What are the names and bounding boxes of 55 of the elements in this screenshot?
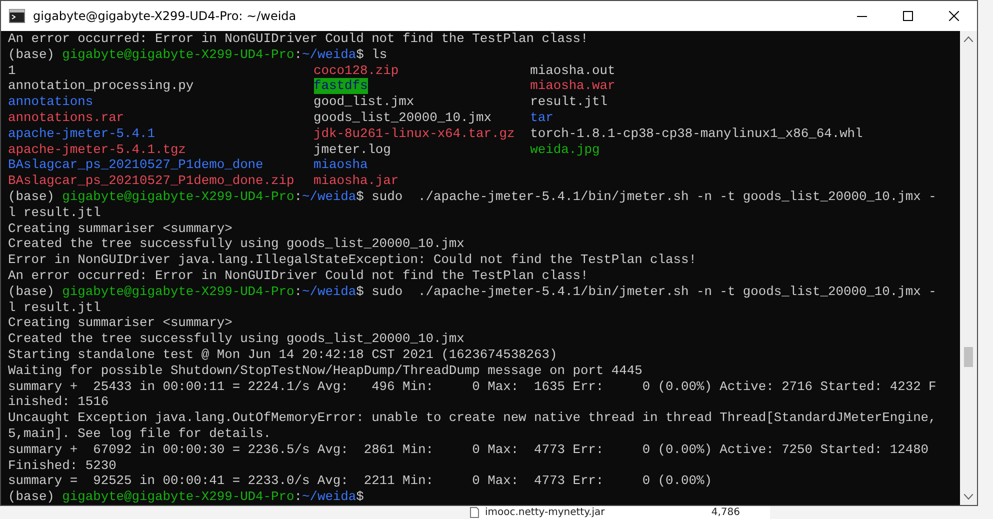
close-icon bbox=[949, 11, 959, 21]
file-name: torch-1.8.1-cp38-cp38-manylinux1_x86_64.whl bbox=[530, 126, 863, 142]
scroll-thumb[interactable] bbox=[964, 347, 973, 367]
scroll-up-icon[interactable] bbox=[964, 36, 973, 42]
file-name: tar bbox=[530, 110, 554, 126]
file-name: coco128.zip bbox=[314, 62, 399, 78]
file-name: annotations bbox=[8, 94, 94, 110]
file-name: jmeter.log bbox=[314, 142, 391, 158]
file-name: miaosha.jar bbox=[314, 173, 399, 189]
terminal-line: summary + 67092 in 00:00:30 = 2236.5/s Avg: 2861 Min: 0 Max: 4773 Err: 0 (0.00%) Active: 7250 Started: 12480 bbox=[8, 442, 930, 458]
file-name: miaosha bbox=[314, 157, 368, 174]
terminal-line: summary + 25433 in 00:00:11 = 2224.1/s Avg: 496 Min: 0 Max: 1635 Err: 0 (0.00%) Active: 2716 Started: 4232 F bbox=[8, 378, 938, 394]
terminal-line: 5,main]. See log file for details. bbox=[8, 426, 272, 442]
terminal-line: Created the tree successfully using goods_list_20000_10.jmx bbox=[8, 331, 466, 347]
terminal-line: (base) gigabyte@gigabyte-X299-UD4-Pro:~/weida$ sudo ./apache-jmeter-5.4.1/bin/jmeter.sh -n -t goods_list_20000_10.jmx - bbox=[8, 284, 938, 300]
terminal-line: l result.jtl bbox=[8, 300, 102, 316]
file-name: annotation_processing.py bbox=[8, 78, 194, 94]
terminal-line: inished: 1516 bbox=[8, 394, 110, 410]
file-name: apache-jmeter-5.4.1.tgz bbox=[8, 142, 186, 158]
file-name: miaosha.out bbox=[530, 62, 616, 78]
file-name: BAslagcar_ps_20210527_P1demo_done bbox=[8, 157, 264, 174]
terminal-line: (base) gigabyte@gigabyte-X299-UD4-Pro:~/weida$ ls bbox=[8, 46, 388, 63]
terminal-line: (base) gigabyte@gigabyte-X299-UD4-Pro:~/weida$ bbox=[8, 489, 365, 505]
terminal-line: (base) gigabyte@gigabyte-X299-UD4-Pro:~/weida$ sudo ./apache-jmeter-5.4.1/bin/jmeter.sh -n -t goods_list_20000_10.jmx - bbox=[8, 188, 938, 205]
scroll-down-icon[interactable] bbox=[964, 494, 973, 500]
terminal-line: Creating summariser <summary> bbox=[8, 315, 234, 332]
file-name: BAslagcar_ps_20210527_P1demo_done.zip bbox=[8, 173, 294, 189]
file-name: weida.jpg bbox=[530, 142, 600, 158]
file-name: good_list.jmx bbox=[314, 94, 414, 110]
terminal-line: summary = 92525 in 00:00:41 = 2233.0/s Avg: 2211 Min: 0 Max: 4773 Err: 0 (0.00%) bbox=[8, 473, 713, 490]
terminal-line: An error occurred: Error in NonGUIDriver Could not find the TestPlan class! bbox=[8, 31, 590, 47]
window-title: gigabyte@gigabyte-X299-UD4-Pro: ~/weida bbox=[33, 9, 298, 23]
terminal-line: Created the tree successfully using goods_list_20000_10.jmx bbox=[8, 236, 466, 252]
terminal-line: Uncaught Exception java.lang.OutOfMemoryError: unable to create new native thread in thread Thread[StandardJMeterEngine, bbox=[8, 410, 938, 426]
terminal-line: An error occurred: Error in NonGUIDriver Could not find the TestPlan class! bbox=[8, 268, 590, 284]
file-size: 4,786 bbox=[711, 507, 740, 518]
file-name: annotations.rar bbox=[8, 110, 124, 126]
file-name: goods_list_20000_10.jmx bbox=[314, 110, 492, 126]
file-name: jdk-8u261-linux-x64.tar.gz bbox=[314, 126, 515, 142]
terminal-line: Finished: 5230 bbox=[8, 458, 118, 474]
terminal-line: Waiting for possible Shutdown/StopTestNow/HeapDump/ThreadDump message on port 4445 bbox=[8, 362, 644, 379]
terminal-icon bbox=[9, 9, 25, 23]
scrollbar[interactable] bbox=[960, 31, 977, 505]
file-name: apache-jmeter-5.4.1 bbox=[8, 126, 155, 142]
terminal-line: Creating summariser <summary> bbox=[8, 220, 234, 236]
file-name: result.jtl bbox=[530, 94, 608, 110]
file-name: fastdfs bbox=[314, 78, 368, 94]
maximize-icon bbox=[903, 11, 913, 21]
file-row[interactable]: imooc.netty-mynetty.jar 4,786 bbox=[470, 506, 770, 519]
file-name: imooc.netty-mynetty.jar bbox=[485, 507, 605, 518]
file-name: miaosha.war bbox=[530, 78, 616, 94]
terminal-line: l result.jtl bbox=[8, 204, 102, 221]
terminal-line: Starting standalone test @ Mon Jun 14 20:42:18 CST 2021 (1623674538263) bbox=[8, 346, 558, 363]
terminal-line: Error in NonGUIDriver java.lang.IllegalStateException: Could not find the TestPlan class! bbox=[8, 252, 698, 268]
file-name: 1 bbox=[8, 62, 16, 78]
